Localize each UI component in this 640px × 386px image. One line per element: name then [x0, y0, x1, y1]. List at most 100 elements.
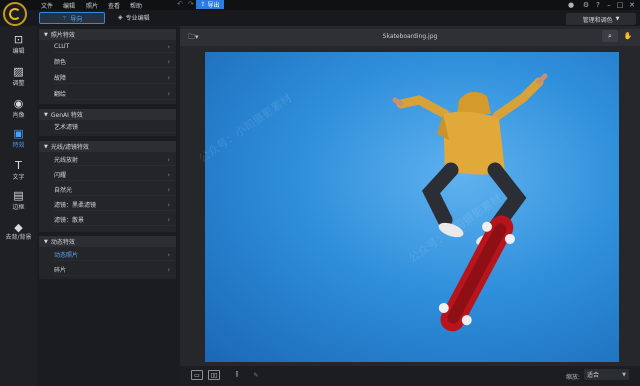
group-body: CLUT › 颜色 › 故障 › 翻绘 › — [39, 40, 176, 104]
item-label: 自然光 — [54, 187, 73, 194]
magnifier-icon: ⌕ — [608, 31, 612, 40]
portrait-icon: ◉ — [13, 97, 24, 110]
item-label: 滤镜：散景 — [54, 217, 85, 224]
rail-item-portrait[interactable]: ◉ 肖像 — [0, 97, 37, 120]
effect-item-motion-photo[interactable]: 动态照片 › — [54, 249, 175, 261]
redo-icon[interactable]: ↷ — [188, 0, 194, 8]
rail-label: 调整 — [12, 80, 25, 87]
image-adjust-icon: ▨ — [13, 65, 24, 78]
effect-item-clut[interactable]: CLUT › — [54, 41, 175, 53]
group-header-motion[interactable]: ▼ 动态特效 — [39, 236, 176, 247]
menu-file[interactable]: 文件 — [41, 1, 53, 10]
chevron-right-icon: › — [167, 265, 170, 274]
help-icon[interactable]: ? — [594, 1, 602, 9]
effect-item-light-rays[interactable]: 光线放射 › — [54, 154, 175, 166]
frame-icon: ▤ — [13, 189, 24, 202]
item-label: 滤镜：黑柔滤镜 — [54, 202, 97, 209]
export-icon: ⇪ — [200, 1, 206, 8]
group-header-genai[interactable]: ▼ GenAI 特效 — [39, 109, 176, 120]
rail-item-edit[interactable]: ⊡ 编辑 — [0, 34, 37, 56]
single-view-icon[interactable]: ▭ — [191, 370, 203, 380]
item-label: CLUT — [54, 43, 70, 50]
tab-guide[interactable]: ⚚ 导向 — [39, 12, 105, 24]
effect-item-glitter[interactable]: 闪耀 › — [54, 169, 175, 181]
effect-item-glitch[interactable]: 故障 › — [54, 72, 175, 84]
effects-panel: ▼ 照片特效 CLUT › 颜色 › 故障 › 翻绘 › ▼ GenAI 特效 艺术滤镜 ▼… — [37, 26, 178, 386]
item-label: 光线放射 — [54, 157, 79, 164]
zoom-select[interactable]: 适合 ▼ — [584, 369, 629, 380]
rail-item-text[interactable]: T 文字 — [0, 160, 37, 182]
tab-pro-edit[interactable]: ◈ 专业编辑 — [118, 13, 150, 22]
rail-label: 去背/背景 — [5, 234, 32, 241]
minimize-icon[interactable]: – — [605, 1, 613, 9]
chevron-right-icon: › — [167, 89, 170, 98]
background-icon: ◆ — [14, 221, 23, 234]
rail-item-background[interactable]: ◆ 去背/背景 — [0, 221, 37, 242]
group-body: 动态照片 › 碎片 › — [39, 247, 176, 279]
chevron-down-icon: ▼ — [44, 238, 48, 245]
chevron-down-icon: ▼ — [615, 16, 620, 22]
item-label: 艺术滤镜 — [54, 124, 79, 131]
chevron-down-icon: ▼ — [44, 143, 48, 150]
left-tool-rail: ⊡ 编辑 ▨ 调整 ◉ 肖像 ▣ 特效 T 文字 ▤ 边框 ◆ 去背/背景 — [0, 26, 37, 386]
account-icon[interactable]: ● — [567, 1, 575, 9]
chevron-right-icon: › — [167, 200, 170, 209]
menu-help[interactable]: 帮助 — [130, 1, 142, 10]
group-body: 光线放射 › 闪耀 › 自然光 › 滤镜：黑柔滤镜 › 滤镜：散景 › — [39, 152, 176, 232]
file-name: Skateboarding.jpg — [382, 33, 438, 40]
chevron-right-icon: › — [167, 170, 170, 179]
menu-edit[interactable]: 编辑 — [63, 1, 75, 10]
layers-icon: ◈ — [118, 14, 123, 21]
chevron-right-icon: › — [167, 155, 170, 164]
export-button[interactable]: ⇪ 导出 — [196, 0, 224, 9]
compare-view-icon[interactable]: ▯▯ — [208, 370, 220, 380]
effect-item-natural-light[interactable]: 自然光 › — [54, 184, 175, 196]
hand-tool-button[interactable]: ✋ — [621, 30, 635, 42]
eyedropper-icon[interactable]: ✎ — [250, 370, 262, 380]
chevron-right-icon: › — [167, 57, 170, 66]
rail-item-adjust[interactable]: ▨ 调整 — [0, 65, 37, 88]
rail-item-effects[interactable]: ▣ 特效 — [0, 128, 37, 150]
menu-view[interactable]: 查看 — [108, 1, 120, 10]
split-view-icon[interactable]: ⫿ — [231, 370, 243, 380]
undo-icon[interactable]: ↶ — [177, 0, 183, 8]
maximize-icon[interactable]: □ — [616, 1, 624, 9]
chevron-down-icon: ▼ — [44, 31, 48, 38]
item-label: 闪耀 — [54, 172, 67, 179]
settings-icon[interactable]: ⚙ — [582, 1, 590, 9]
app-logo — [3, 2, 27, 26]
effect-item-black-mist[interactable]: 滤镜：黑柔滤镜 › — [54, 199, 175, 211]
rail-label: 肖像 — [12, 112, 25, 119]
group-header-photo-effects[interactable]: ▼ 照片特效 — [39, 29, 176, 40]
rail-item-frame[interactable]: ▤ 边框 — [0, 189, 37, 212]
effect-item-bokeh[interactable]: 滤镜：散景 › — [54, 214, 175, 226]
menu-bar: 文件 编辑 照片 查看 帮助 ↶ ↷ ⇪ 导出 ● ⚙ ? – □ ✕ — [0, 0, 640, 10]
tab-pro-label: 专业编辑 — [125, 15, 150, 22]
item-label: 翻绘 — [54, 91, 67, 98]
zoom-value: 适合 — [587, 372, 600, 379]
close-icon[interactable]: ✕ — [628, 1, 636, 9]
chevron-right-icon: › — [167, 185, 170, 194]
chevron-right-icon: › — [167, 73, 170, 82]
menu-photo[interactable]: 照片 — [86, 1, 98, 10]
zoom-tool-button[interactable]: ⌕ — [602, 30, 618, 42]
rail-label: 编辑 — [12, 48, 25, 55]
skater-image — [392, 73, 548, 332]
item-label: 颜色 — [54, 59, 67, 66]
group-header-light-filter[interactable]: ▼ 光线/滤镜特效 — [39, 141, 176, 152]
manage-and-grade-button[interactable]: 管理和调色 ▼ — [566, 13, 636, 25]
rail-label: 边框 — [12, 204, 25, 211]
item-label: 动态照片 — [54, 252, 79, 259]
photo-canvas[interactable] — [205, 52, 619, 362]
group-title: 照片特效 — [50, 32, 75, 39]
app-window: 文件 编辑 照片 查看 帮助 ↶ ↷ ⇪ 导出 ● ⚙ ? – □ ✕ ⚚ 导向 ◈… — [0, 0, 640, 386]
effect-item-color[interactable]: 颜色 › — [54, 56, 175, 68]
zoom-label: 缩放: — [566, 374, 581, 381]
item-label: 故障 — [54, 75, 67, 82]
magic-wand-icon: ⚚ — [61, 14, 68, 22]
effect-item-fragments[interactable]: 碎片 › — [54, 264, 175, 276]
manage-label: 管理和调色 — [582, 16, 613, 24]
effect-item-art-filter[interactable]: 艺术滤镜 — [54, 121, 175, 133]
tab-guide-label: 导向 — [70, 15, 83, 23]
effect-item-repaint[interactable]: 翻绘 › — [54, 88, 175, 100]
